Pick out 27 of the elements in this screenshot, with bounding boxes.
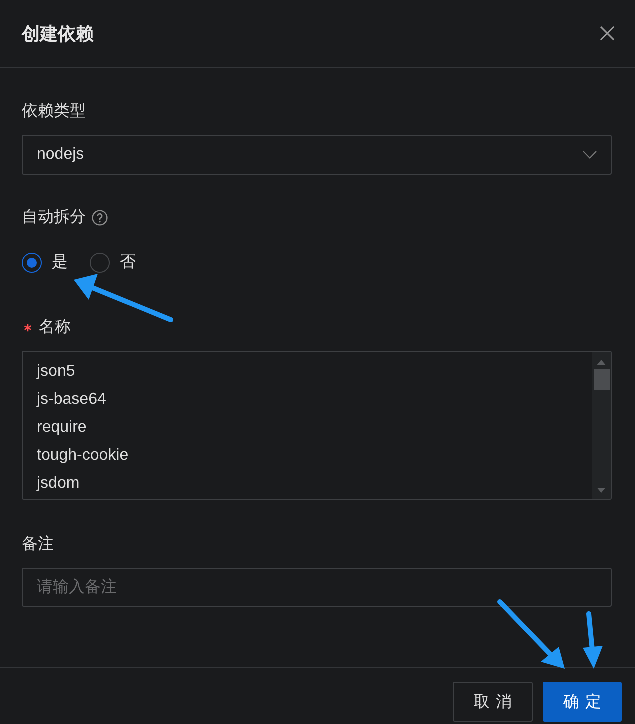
field-label: 名称 <box>39 318 71 338</box>
scrollbar[interactable] <box>592 352 611 499</box>
confirm-button[interactable]: 确定 <box>543 682 622 722</box>
field-label: 备注 <box>22 534 54 555</box>
textarea-line: jsdom <box>37 475 80 492</box>
textarea-line: js-base64 <box>37 391 106 408</box>
cancel-button[interactable]: 取消 <box>453 682 533 722</box>
help-icon[interactable] <box>92 210 108 226</box>
scroll-up-icon[interactable] <box>597 360 606 365</box>
field-label: 依赖类型 <box>22 102 86 122</box>
radio-button[interactable] <box>22 253 42 273</box>
radio-button[interactable] <box>90 253 110 273</box>
scrollbar-thumb[interactable] <box>594 369 610 390</box>
radio-label: 是 <box>52 253 68 273</box>
textarea-line: tough-cookie <box>37 447 129 464</box>
select-field[interactable]: nodejs <box>22 135 612 175</box>
radio-label: 否 <box>120 253 136 273</box>
scroll-down-icon[interactable] <box>597 488 606 493</box>
textarea-field[interactable]: json5 js-base64 require tough-cookie jsdom <box>22 351 612 500</box>
close-icon[interactable] <box>600 26 615 41</box>
dialog-title: 创建依赖 <box>22 22 94 46</box>
textarea-line: json5 <box>37 363 76 380</box>
annotation-arrow <box>583 612 603 669</box>
chevron-down-icon <box>583 151 597 159</box>
textarea-line: require <box>37 419 87 436</box>
field-label: 自动拆分 <box>22 208 86 228</box>
annotation-arrow <box>498 600 565 669</box>
